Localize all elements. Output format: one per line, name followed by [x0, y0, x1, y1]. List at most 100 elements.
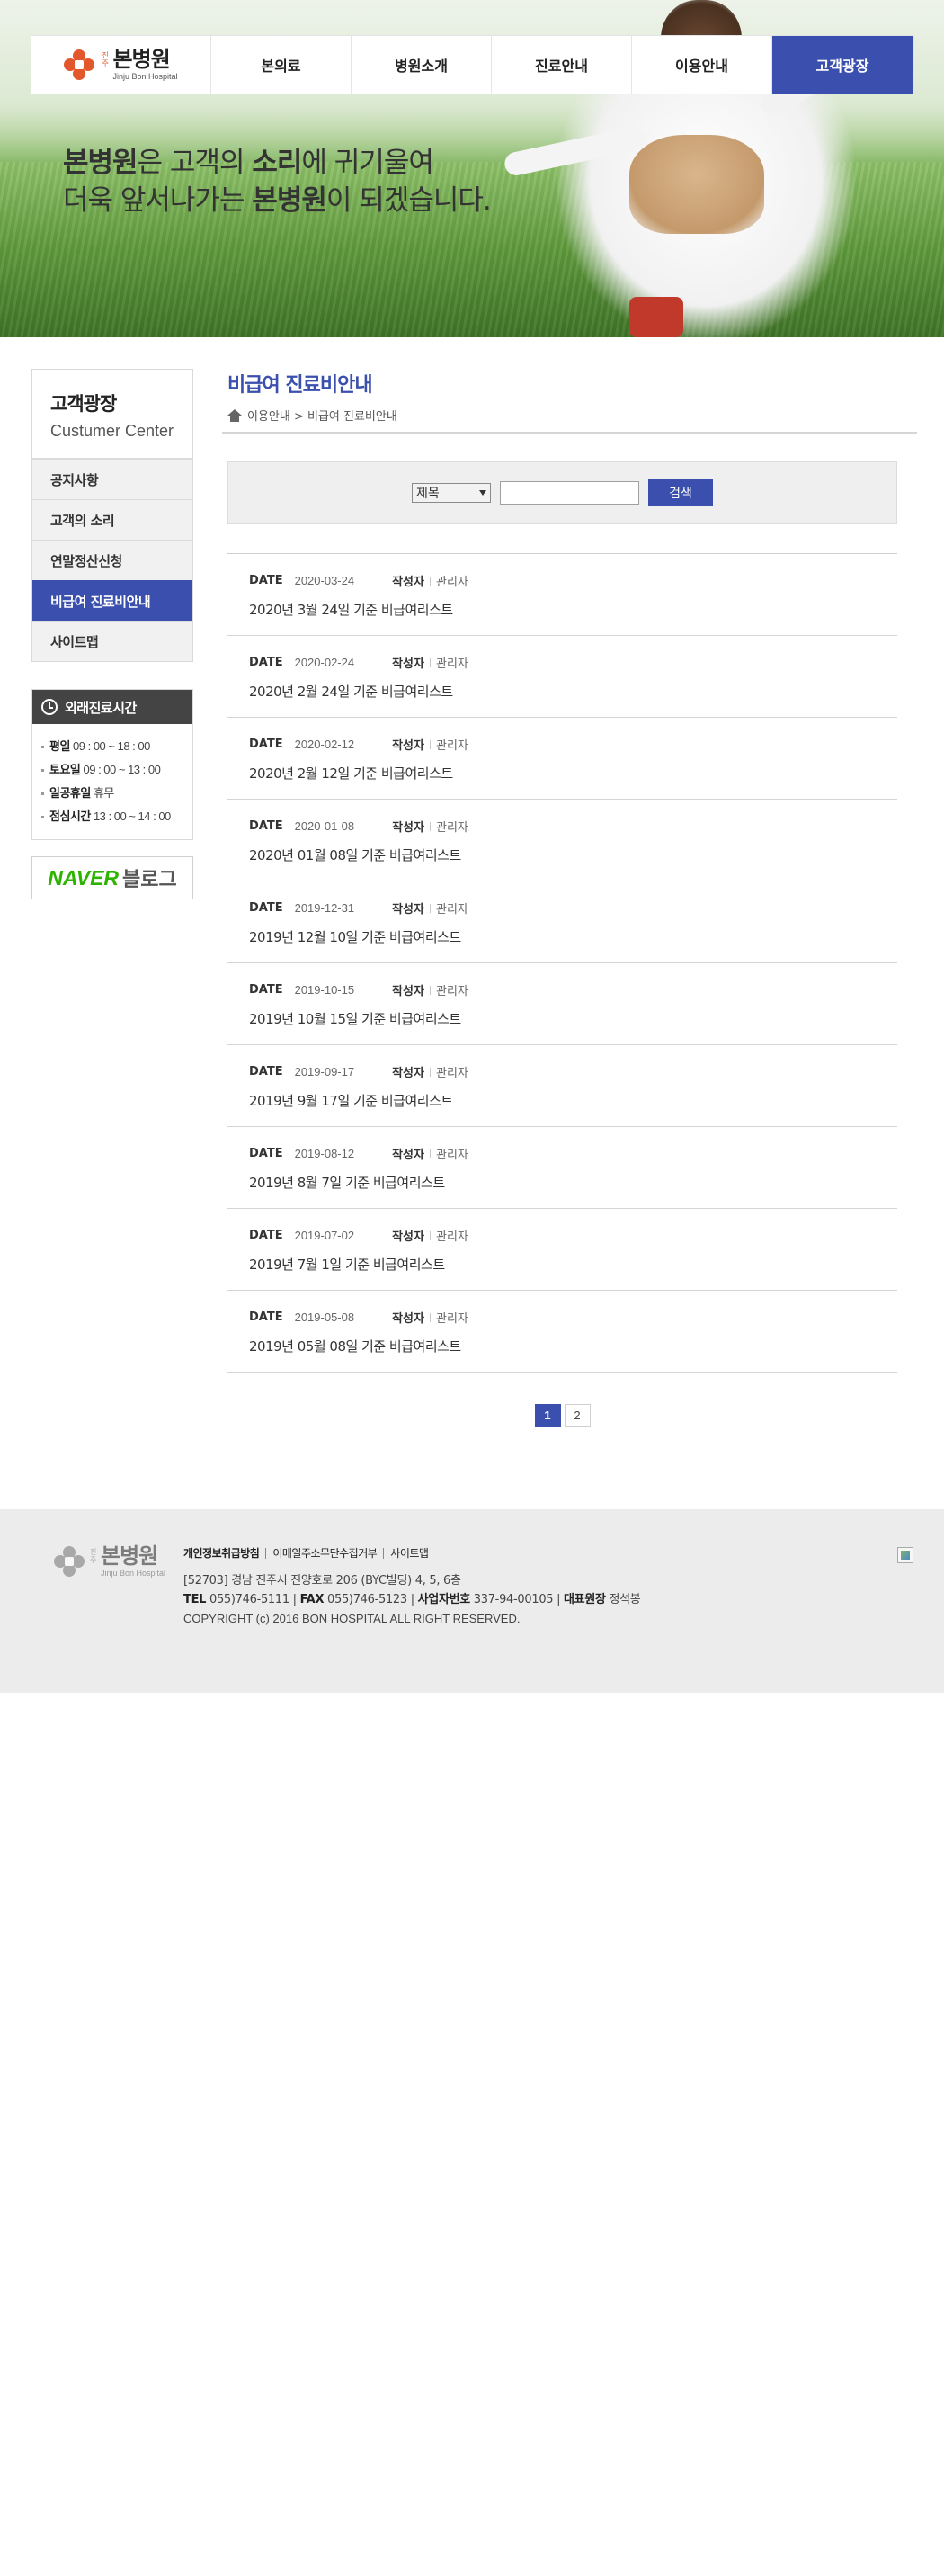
- sidebar-item-non-covered-fees[interactable]: 비급여 진료비안내: [32, 580, 192, 621]
- nav-item-treatment-guide[interactable]: 진료안내: [492, 36, 632, 94]
- meta-divider: [429, 657, 431, 667]
- post-writer: 관리자: [435, 902, 468, 916]
- sidebar-item-sitemap[interactable]: 사이트맵: [32, 621, 192, 661]
- outpatient-hours-header: 외래진료시간: [32, 690, 192, 724]
- bullet-icon: [41, 816, 44, 819]
- sidebar-item-year-end-tax[interactable]: 연말정산신청: [32, 540, 192, 580]
- post-date: 2019-08-12: [294, 1147, 355, 1160]
- sidebar: 고객광장 Custumer Center 공지사항 고객의 소리 연말정산신청 …: [31, 369, 193, 899]
- post-title-link[interactable]: 2019년 10월 15일 기준 비급여리스트: [249, 1009, 897, 1028]
- list-item[interactable]: DATE 2020-03-24 작성자 관리자 2020년 3월 24일 기준 비급여리…: [227, 554, 897, 636]
- list-item[interactable]: DATE 2019-12-31 작성자 관리자 2019년 12월 10일 기준 비급여…: [227, 881, 897, 963]
- list-item[interactable]: DATE 2020-02-24 작성자 관리자 2020년 2월 24일 기준 비급여리…: [227, 636, 897, 718]
- hero-emphasis: 본병원: [252, 184, 327, 217]
- nav-item-bon-medical[interactable]: 본의료: [211, 36, 352, 94]
- search-input[interactable]: [500, 481, 639, 505]
- sidebar-title: 고객광장: [50, 393, 117, 415]
- hours-row: 일공휴일 휴무: [41, 782, 192, 805]
- writer-label: 작성자: [392, 1149, 424, 1162]
- footer-tel-label: TEL: [183, 1593, 207, 1606]
- logo-korean-name: 본병원: [112, 47, 170, 72]
- hero-person-skirt: [629, 135, 764, 234]
- footer-link-email-refusal[interactable]: 이메일주소무단수집거부: [272, 1545, 377, 1561]
- post-writer: 관리자: [435, 820, 468, 834]
- footer-address: [52703] 경남 진주시 진양호로 206 (BYC빌딩) 4, 5, 6층: [183, 1574, 461, 1588]
- post-title-link[interactable]: 2019년 9월 17일 기준 비급여리스트: [249, 1091, 897, 1110]
- search-field-select[interactable]: 제목: [412, 483, 491, 503]
- dropdown-arrow-icon: [479, 490, 486, 496]
- date-label: DATE: [249, 738, 283, 751]
- meta-divider: [429, 1230, 431, 1240]
- bullet-icon: [41, 746, 44, 749]
- nav-item-usage-guide[interactable]: 이용안내: [632, 36, 772, 94]
- search-button[interactable]: 검색: [648, 479, 713, 506]
- search-field-select-value: 제목: [416, 487, 440, 501]
- post-title-link[interactable]: 2020년 2월 12일 기준 비급여리스트: [249, 764, 897, 783]
- post-date: 2019-07-02: [294, 1229, 355, 1242]
- footer-badge-image-icon[interactable]: [897, 1547, 913, 1563]
- hero-slogan: 본병원은 고객의 소리에 귀기울여 더욱 앞서나가는 본병원이 되겠습니다.: [63, 144, 492, 219]
- list-item[interactable]: DATE 2019-09-17 작성자 관리자 2019년 9월 17일 기준 비급여리…: [227, 1045, 897, 1127]
- post-title-link[interactable]: 2020년 01월 08일 기준 비급여리스트: [249, 845, 897, 864]
- nav-item-customer-plaza[interactable]: 고객광장: [772, 36, 913, 94]
- hero-slogan-line1: 본병원은 고객의 소리에 귀기울여: [63, 144, 491, 182]
- post-meta: DATE 2020-03-24 작성자 관리자: [249, 572, 897, 589]
- post-writer: 관리자: [435, 575, 468, 588]
- footer-logo-wordmark: 진주 본병원 Jinju Bon Hospital: [90, 1545, 165, 1578]
- date-label: DATE: [249, 1229, 283, 1242]
- date-label: DATE: [249, 983, 283, 997]
- hours-label: 토요일: [49, 764, 81, 777]
- footer-ceo-label: 대표원장: [564, 1593, 606, 1606]
- post-title-link[interactable]: 2019년 7월 1일 기준 비급여리스트: [249, 1255, 897, 1274]
- nav-item-hospital-intro[interactable]: 병원소개: [352, 36, 492, 94]
- site-logo[interactable]: 진주 본병원 Jinju Bon Hospital: [31, 36, 211, 94]
- writer-label: 작성자: [392, 1067, 424, 1080]
- post-meta: DATE 2019-08-12 작성자 관리자: [249, 1145, 897, 1162]
- sidebar-menu: 공지사항 고객의 소리 연말정산신청 비급여 진료비안내 사이트맵: [31, 459, 193, 662]
- post-title-link[interactable]: 2020년 3월 24일 기준 비급여리스트: [249, 600, 897, 619]
- search-panel: 제목 검색: [227, 461, 897, 524]
- post-title-link[interactable]: 2019년 05월 08일 기준 비급여리스트: [249, 1337, 897, 1355]
- footer: 진주 본병원 Jinju Bon Hospital 개인정보취급방침 이메일주소…: [0, 1509, 944, 1693]
- list-item[interactable]: DATE 2019-05-08 작성자 관리자 2019년 05월 08일 기준 비급여…: [227, 1291, 897, 1373]
- sidebar-item-notice[interactable]: 공지사항: [32, 459, 192, 499]
- footer-logo: 진주 본병원 Jinju Bon Hospital: [54, 1545, 165, 1578]
- bullet-icon: [41, 792, 44, 796]
- post-date: 2019-05-08: [294, 1310, 355, 1324]
- post-title-link[interactable]: 2020년 2월 24일 기준 비급여리스트: [249, 682, 897, 701]
- meta-divider: [429, 1149, 431, 1158]
- list-item[interactable]: DATE 2019-07-02 작성자 관리자 2019년 7월 1일 기준 비급여리스…: [227, 1209, 897, 1291]
- page-button[interactable]: 1: [534, 1404, 561, 1427]
- footer-link-sitemap[interactable]: 사이트맵: [390, 1545, 429, 1561]
- logo-english-name: Jinju Bon Hospital: [101, 1569, 166, 1578]
- date-label: DATE: [249, 574, 283, 587]
- list-item[interactable]: DATE 2020-02-12 작성자 관리자 2020년 2월 12일 기준 비급여리…: [227, 718, 897, 800]
- sidebar-header: 고객광장 Custumer Center: [31, 369, 193, 459]
- post-date: 2019-10-15: [294, 983, 355, 997]
- writer-label: 작성자: [392, 576, 424, 589]
- sidebar-item-customer-voice[interactable]: 고객의 소리: [32, 499, 192, 540]
- post-title-link[interactable]: 2019년 8월 7일 기준 비급여리스트: [249, 1173, 897, 1192]
- hours-label: 일공휴일: [49, 787, 91, 801]
- title-divider: [222, 432, 917, 434]
- footer-ceo: 정석봉: [605, 1593, 641, 1606]
- hero-emphasis: 소리: [252, 147, 302, 179]
- meta-divider: [429, 903, 431, 913]
- list-item[interactable]: DATE 2019-08-12 작성자 관리자 2019년 8월 7일 기준 비급여리스…: [227, 1127, 897, 1209]
- page-button[interactable]: 2: [564, 1404, 591, 1427]
- post-title-link[interactable]: 2019년 12월 10일 기준 비급여리스트: [249, 927, 897, 946]
- outpatient-hours-box: 외래진료시간 평일 09 : 00 ~ 18 : 00 토요일 09 : 00 …: [31, 689, 193, 840]
- footer-link-privacy[interactable]: 개인정보취급방침: [183, 1545, 260, 1561]
- list-item[interactable]: DATE 2019-10-15 작성자 관리자 2019년 10월 15일 기준 비급여…: [227, 963, 897, 1045]
- footer-copyright: COPYRIGHT (c) 2016 BON HOSPITAL ALL RIGH…: [183, 1612, 521, 1625]
- date-label: DATE: [249, 819, 283, 833]
- meta-divider: [429, 821, 431, 831]
- post-meta: DATE 2019-05-08 작성자 관리자: [249, 1309, 897, 1326]
- home-icon[interactable]: [227, 408, 242, 422]
- footer-link-divider: [383, 1547, 385, 1559]
- post-date: 2019-09-17: [294, 1065, 355, 1078]
- naver-blog-link[interactable]: NAVER 블로그: [31, 856, 193, 899]
- footer-info: [52703] 경남 진주시 진양호로 206 (BYC빌딩) 4, 5, 6층…: [183, 1571, 641, 1628]
- clock-icon: [41, 699, 58, 715]
- list-item[interactable]: DATE 2020-01-08 작성자 관리자 2020년 01월 08일 기준 비급여…: [227, 800, 897, 881]
